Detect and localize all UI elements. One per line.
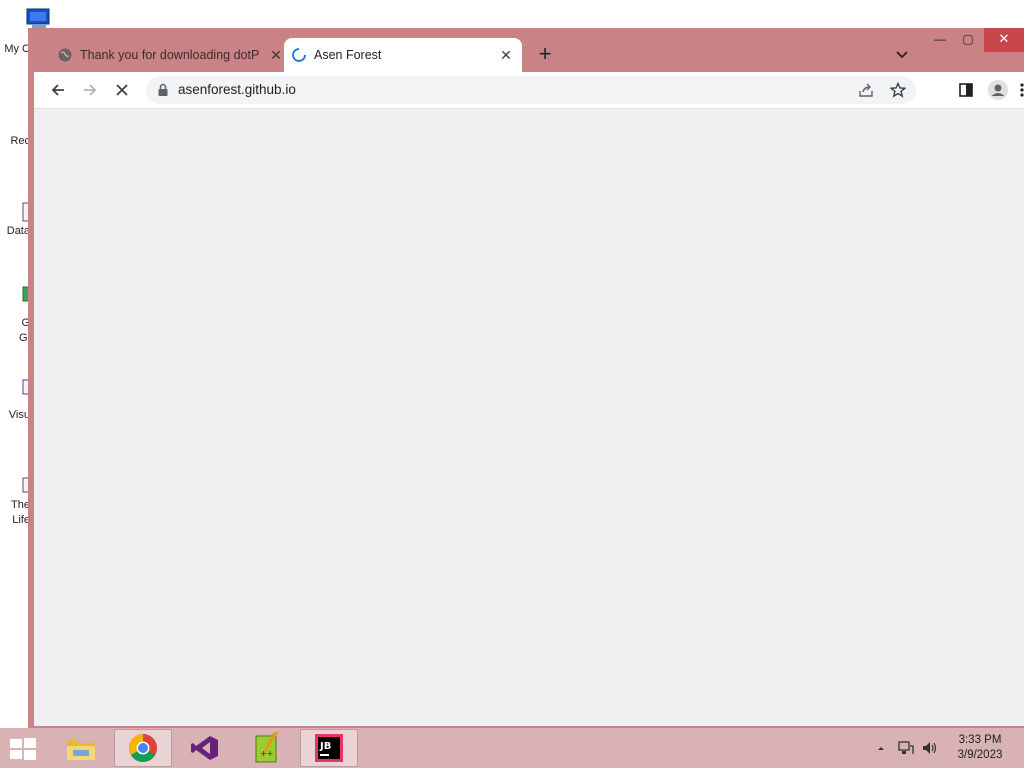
taskbar-file-explorer[interactable] bbox=[52, 729, 110, 767]
window-close-button[interactable]: ✕ bbox=[984, 28, 1024, 52]
x-stop-icon bbox=[116, 84, 128, 96]
maximize-button[interactable]: ▢ bbox=[953, 28, 983, 52]
volume-icon[interactable] bbox=[921, 740, 939, 756]
svg-text:++: ++ bbox=[260, 749, 273, 758]
tab-close-icon[interactable]: ✕ bbox=[498, 47, 514, 63]
desktop-icon-label: Data bbox=[6, 225, 30, 237]
bookmark-button[interactable] bbox=[888, 80, 908, 100]
desktop-icon-label: G bbox=[21, 317, 30, 329]
new-tab-button[interactable]: + bbox=[534, 43, 556, 66]
globe-icon bbox=[58, 48, 72, 62]
taskbar-clock[interactable]: 3:33 PM 3/9/2023 bbox=[948, 733, 1012, 763]
desktop-icon-label: The bbox=[11, 499, 30, 511]
profile-button[interactable] bbox=[986, 78, 1010, 102]
svg-text:JB: JB bbox=[319, 741, 331, 752]
clock-time: 3:33 PM bbox=[958, 734, 1002, 746]
tab-strip: Thank you for downloading dotP ✕ Asen Fo… bbox=[28, 28, 1024, 72]
tab-title: Thank you for downloading dotP bbox=[80, 48, 260, 62]
network-icon[interactable] bbox=[897, 740, 915, 756]
menu-button[interactable] bbox=[1018, 78, 1024, 102]
avatar-icon bbox=[988, 80, 1008, 100]
folder-icon bbox=[67, 740, 95, 760]
notepad-icon: ++ bbox=[255, 732, 279, 763]
forward-button[interactable] bbox=[78, 78, 102, 102]
desktop-icon-label: Visu bbox=[8, 409, 30, 421]
chrome-icon bbox=[129, 734, 157, 762]
tab-asen-forest[interactable]: Asen Forest ✕ bbox=[284, 38, 522, 72]
tab-search-chevron-icon[interactable] bbox=[894, 46, 910, 62]
page-content-area[interactable] bbox=[34, 108, 1024, 726]
url-text[interactable]: asenforest.github.io bbox=[178, 82, 296, 97]
desktop-icon-label: Rec bbox=[10, 135, 30, 147]
tab-thank-you-download[interactable]: Thank you for downloading dotP ✕ bbox=[50, 38, 282, 72]
arrow-right-icon bbox=[84, 84, 97, 96]
taskbar-jetbrains[interactable]: JB bbox=[300, 729, 358, 767]
kebab-menu-icon bbox=[1020, 83, 1024, 97]
windows-start-icon[interactable] bbox=[8, 737, 38, 761]
taskbar-visual-studio[interactable] bbox=[176, 729, 234, 767]
tab-close-icon[interactable]: ✕ bbox=[268, 47, 284, 63]
taskbar-chrome[interactable] bbox=[114, 729, 172, 767]
arrow-left-icon bbox=[51, 84, 64, 96]
side-panel-button[interactable] bbox=[954, 78, 978, 102]
clock-date: 3/9/2023 bbox=[957, 749, 1003, 761]
desktop-icon-label: My C bbox=[4, 43, 30, 55]
address-bar[interactable]: asenforest.github.io bbox=[146, 76, 916, 104]
star-icon bbox=[890, 82, 906, 98]
jetbrains-icon: JB bbox=[315, 734, 343, 762]
browser-toolbar: asenforest.github.io bbox=[34, 72, 1024, 108]
share-button[interactable] bbox=[856, 80, 876, 100]
loading-spinner-icon bbox=[292, 48, 306, 62]
taskbar-notepad-plus-plus[interactable]: ++ bbox=[238, 729, 296, 767]
browser-window: Thank you for downloading dotP ✕ Asen Fo… bbox=[28, 28, 1024, 733]
taskbar: ++ JB 3:33 PM 3/9/2023 bbox=[0, 728, 1024, 768]
share-icon bbox=[859, 83, 873, 97]
side-panel-icon bbox=[959, 83, 973, 97]
minimize-button[interactable]: — bbox=[925, 28, 955, 52]
lock-icon bbox=[158, 83, 168, 96]
visual-studio-icon bbox=[191, 736, 218, 760]
tab-title: Asen Forest bbox=[314, 48, 382, 62]
show-hidden-icons-chevron-icon[interactable] bbox=[876, 740, 886, 756]
desktop-icon-label-line2: Life bbox=[12, 514, 30, 526]
back-button[interactable] bbox=[46, 78, 70, 102]
stop-loading-button[interactable] bbox=[110, 78, 134, 102]
desktop-icon-label-line2: Gi bbox=[19, 332, 30, 344]
